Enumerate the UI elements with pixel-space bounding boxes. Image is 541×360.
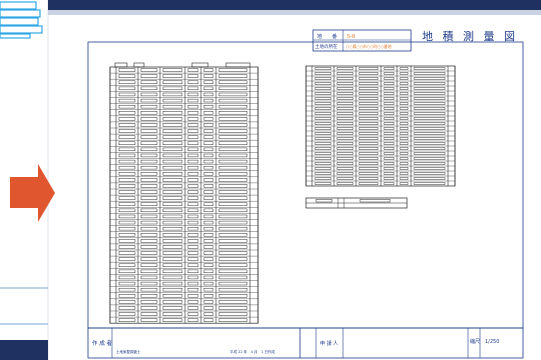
lot-label: 地 番 (317, 33, 337, 40)
top-strip-shadow (48, 10, 541, 15)
date-text: 平成 22 年 4 月 1 日作成 (230, 349, 275, 354)
location-value: ○○県○○市○○町○○番地 (346, 44, 392, 49)
sidebar-footer-bar (0, 340, 48, 360)
top-strip (48, 0, 541, 10)
location-label: 土地の所在 (315, 43, 338, 50)
spreadsheet-icon[interactable] (0, 1, 43, 39)
lot-value: 5-8 (347, 34, 355, 40)
author-name: 土地家屋調査士 (116, 349, 141, 354)
scale-label: 縮尺 (470, 338, 480, 345)
sheet-title: 地 積 測 量 図 (422, 29, 518, 43)
survey-sheet (64, 20, 541, 360)
scale-value: 1/250 (485, 339, 499, 345)
applicant-label: 申 請 人 (320, 340, 338, 347)
author-label: 作 成 者 (92, 339, 112, 347)
screen: 地 積 測 量 図 地 番 5-8 土地の所在 ○○県○○市○○町○○番地 作 … (0, 0, 541, 360)
